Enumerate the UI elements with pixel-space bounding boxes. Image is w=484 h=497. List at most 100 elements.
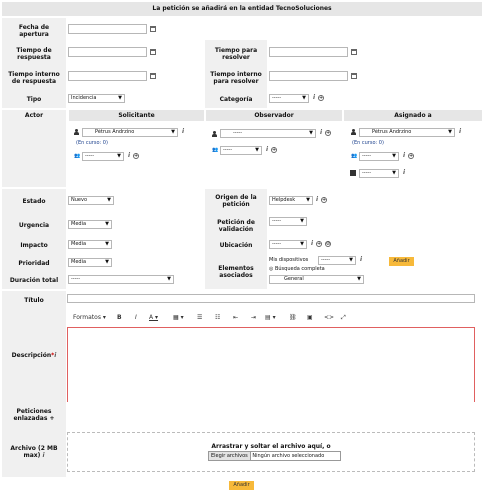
info-icon[interactable]: i xyxy=(54,352,56,359)
duracion-select[interactable]: ----- ▼ xyxy=(68,275,174,284)
indent-icon[interactable]: ⇥ xyxy=(251,314,256,321)
tiempo-respuesta-input[interactable] xyxy=(68,47,147,57)
info-icon[interactable]: i xyxy=(128,152,130,159)
label-urgencia: Urgencia xyxy=(18,222,50,229)
solicitante-group-value: ----- xyxy=(85,153,95,159)
chevron-down-icon: ▼ xyxy=(392,170,396,176)
descripcion-editor[interactable] xyxy=(67,327,475,402)
chevron-down-icon: ▼ xyxy=(306,197,310,203)
solicitante-group-select[interactable]: ----- ▼ xyxy=(82,152,124,161)
bold-icon[interactable]: B xyxy=(117,314,122,321)
bullet-list-icon[interactable]: ☰ xyxy=(197,314,202,321)
solicitante-en-curso[interactable]: (En curso: 0) xyxy=(76,140,108,146)
info-icon[interactable]: i xyxy=(182,128,184,135)
busqueda-completa-label: Búsqueda completa xyxy=(274,266,325,272)
categoria-select[interactable]: ----- ▼ xyxy=(269,94,309,103)
fullscreen-icon[interactable]: ⤢ xyxy=(341,314,346,322)
add-icon[interactable]: + xyxy=(271,147,277,153)
add-icon[interactable]: + xyxy=(408,153,414,159)
label-archivo: Archivo (2 MB max) i xyxy=(4,445,64,459)
solicitante-value: Pétrus Andrzino xyxy=(95,129,135,135)
calendar-icon[interactable] xyxy=(351,49,357,55)
mis-dispositivos-value: ----- xyxy=(321,257,331,263)
info-icon[interactable]: i xyxy=(403,152,405,159)
info-icon[interactable]: i xyxy=(459,128,461,135)
calendar-icon[interactable] xyxy=(150,26,156,32)
validacion-select[interactable]: ----- ▼ xyxy=(269,217,307,226)
origen-select[interactable]: Helpdesk ▼ xyxy=(269,196,313,205)
numbered-list-icon[interactable]: ☷ xyxy=(215,314,220,321)
supplier-icon xyxy=(350,170,356,176)
text-color-icon[interactable]: A ▾ xyxy=(149,314,158,321)
label-tiempo-respuesta: Tiempo de respuesta xyxy=(16,47,52,61)
group-icon: 👥 xyxy=(212,147,219,153)
outdent-icon[interactable]: ⇤ xyxy=(233,314,238,321)
archivo-text: Archivo (2 MB max) xyxy=(10,445,58,459)
choose-files-button[interactable]: Elegir archivos xyxy=(209,452,251,460)
fecha-apertura-input[interactable] xyxy=(68,24,147,34)
formats-dropdown[interactable]: Formatos ▾ xyxy=(73,314,106,321)
info-icon[interactable]: i xyxy=(360,256,362,263)
asignado-en-curso[interactable]: (En curso: 0) xyxy=(352,140,384,146)
no-file-label: Ningún archivo seleccionado xyxy=(252,453,325,459)
titulo-input[interactable] xyxy=(67,294,475,303)
impacto-select[interactable]: Media ▼ xyxy=(68,240,112,249)
anadir-elemento-button[interactable]: Añadir xyxy=(389,257,414,266)
calendar-icon[interactable] xyxy=(150,49,156,55)
calendar-icon[interactable] xyxy=(351,73,357,79)
group-icon: 👥 xyxy=(351,153,358,159)
code-icon[interactable]: <> xyxy=(324,314,334,321)
add-icon[interactable]: + xyxy=(133,153,139,159)
mis-dispositivos-select[interactable]: ----- ▼ xyxy=(318,256,356,265)
origen-value: Helpdesk xyxy=(272,197,296,203)
general-select[interactable]: General ▼ xyxy=(269,275,364,284)
file-dropzone[interactable]: Arrastrar y soltar el archivo aquí, o El… xyxy=(67,432,475,472)
globe-icon[interactable]: ⊘ xyxy=(325,241,331,247)
background-color-icon[interactable]: ▦ ▾ xyxy=(173,314,184,321)
tipo-select[interactable]: Incidencia ▼ xyxy=(68,94,125,103)
info-icon[interactable]: i xyxy=(313,94,315,101)
group-icon: 👥 xyxy=(74,153,81,159)
italic-icon[interactable]: I xyxy=(135,314,137,321)
chevron-down-icon: ▼ xyxy=(392,153,396,159)
observador-group-select[interactable]: ----- ▼ xyxy=(220,146,262,155)
observador-select[interactable]: ----- ▼ xyxy=(220,129,316,138)
editor-toolbar: Formatos ▾ B I A ▾ ▦ ▾ ☰ ☷ ⇤ ⇥ ▤ ▾ ⛓ ▣ <… xyxy=(67,311,475,326)
calendar-icon[interactable] xyxy=(150,73,156,79)
add-icon[interactable]: + xyxy=(318,95,324,101)
estado-select[interactable]: Nuevo ▼ xyxy=(68,196,114,205)
asignado-group-select[interactable]: ----- ▼ xyxy=(359,152,399,161)
info-icon[interactable]: i xyxy=(403,169,405,176)
chevron-down-icon: ▼ xyxy=(300,218,304,224)
prioridad-select[interactable]: Media ▼ xyxy=(68,258,112,267)
tiempo-interno-resolver-input[interactable] xyxy=(269,71,348,81)
label-ubicacion: Ubicación xyxy=(219,242,253,249)
add-linked-icon[interactable]: + xyxy=(49,415,54,422)
info-icon[interactable]: i xyxy=(311,240,313,247)
add-icon[interactable]: + xyxy=(316,241,322,247)
file-input[interactable]: Elegir archivos Ningún archivo seleccion… xyxy=(208,451,341,461)
tiempo-resolver-input[interactable] xyxy=(269,47,348,57)
busqueda-completa-radio[interactable]: ◎ Búsqueda completa xyxy=(269,266,325,272)
label-titulo: Título xyxy=(24,297,44,304)
chevron-down-icon: ▼ xyxy=(118,95,122,101)
table-icon[interactable]: ▤ ▾ xyxy=(265,314,276,321)
info-icon[interactable]: i xyxy=(316,196,318,203)
ubicacion-select[interactable]: ----- ▼ xyxy=(269,240,307,249)
chevron-down-icon: ▼ xyxy=(300,241,304,247)
user-icon xyxy=(74,129,79,135)
info-icon[interactable]: i xyxy=(320,129,322,136)
asignado-select[interactable]: Pétrus Andrzino ▼ xyxy=(359,128,455,137)
add-icon[interactable]: + xyxy=(321,197,327,203)
image-icon[interactable]: ▣ xyxy=(307,314,313,321)
asignado-supplier-select[interactable]: ----- ▼ xyxy=(359,169,399,178)
link-icon[interactable]: ⛓ xyxy=(289,314,297,321)
submit-button[interactable]: Añadir xyxy=(229,481,254,490)
info-icon[interactable]: i xyxy=(42,452,44,459)
solicitante-select[interactable]: Pétrus Andrzino ▼ xyxy=(82,128,178,137)
info-icon[interactable]: i xyxy=(266,146,268,153)
tiempo-interno-respuesta-input[interactable] xyxy=(68,71,147,81)
urgencia-select[interactable]: Media ▼ xyxy=(68,220,112,229)
add-icon[interactable]: + xyxy=(325,130,331,136)
label-tiempo-interno-resolver: Tiempo interno para resolver xyxy=(210,71,262,85)
